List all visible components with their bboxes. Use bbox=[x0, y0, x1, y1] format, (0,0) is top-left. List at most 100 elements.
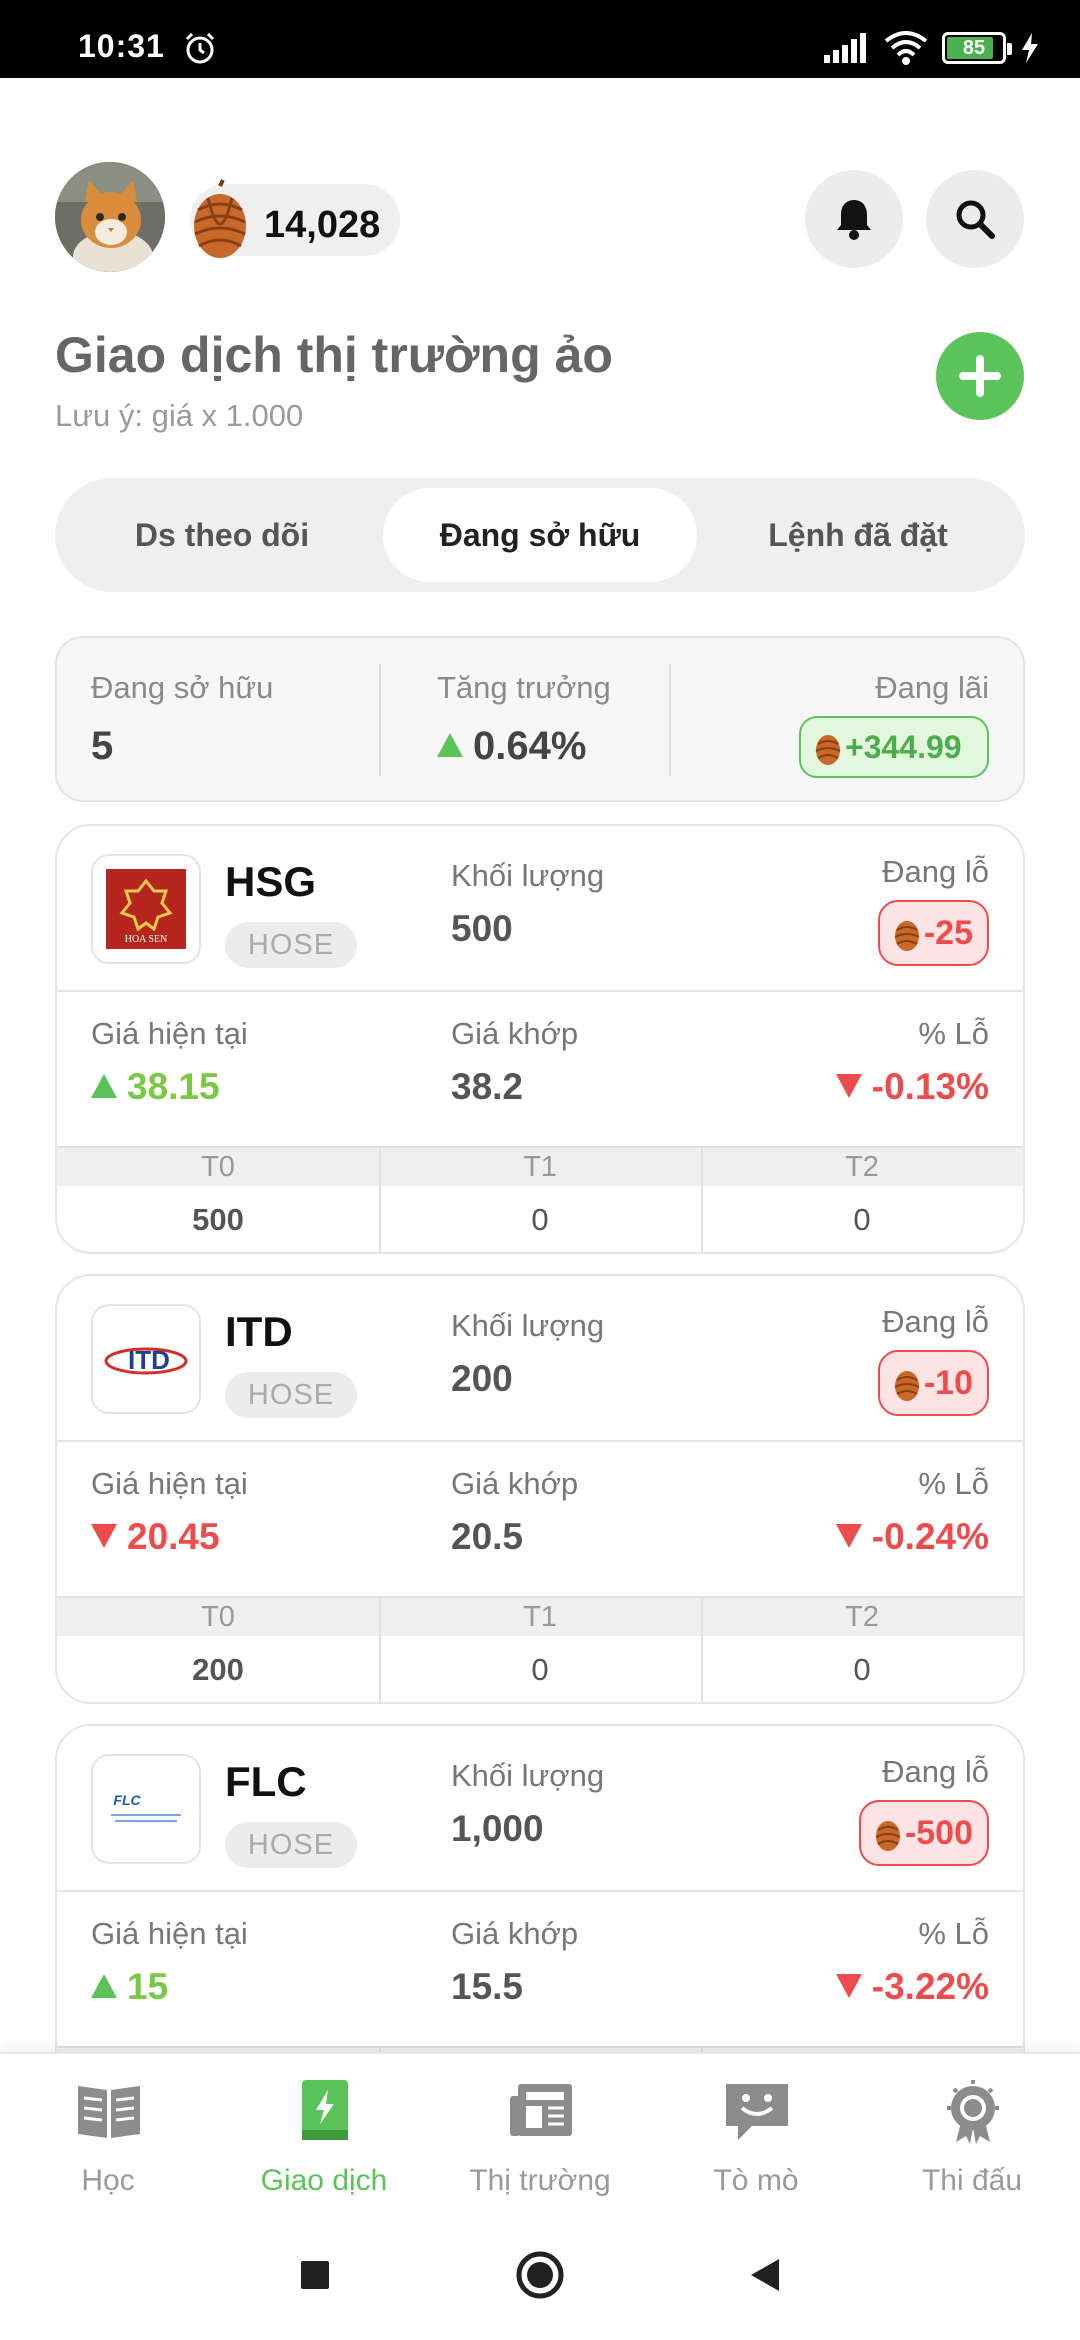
pct-label: % Lỗ bbox=[918, 1466, 989, 1501]
alarm-icon bbox=[185, 32, 215, 64]
down-arrow-icon bbox=[835, 1074, 862, 1099]
divider bbox=[701, 1596, 703, 1702]
coin-balance[interactable]: 14,028 bbox=[190, 179, 400, 258]
owned-label: Đang sở hữu bbox=[91, 670, 274, 705]
pnl-badge: -500 bbox=[858, 1800, 989, 1866]
company-logo: ITD bbox=[91, 1304, 201, 1414]
coin-amount: 14,028 bbox=[264, 204, 381, 246]
tab-watchlist[interactable]: Ds theo dõi bbox=[65, 488, 379, 582]
profit-label: Đang lãi bbox=[875, 670, 989, 705]
nav-label: Thị trường bbox=[469, 2164, 611, 2197]
divider bbox=[379, 664, 381, 776]
exchange-badge: HOSE bbox=[225, 1372, 357, 1418]
notifications-button[interactable] bbox=[805, 170, 903, 268]
company-logo: HOA SEN bbox=[91, 854, 201, 964]
down-arrow-icon bbox=[835, 1524, 862, 1549]
t1-value: 0 bbox=[531, 1652, 549, 1687]
stock-card[interactable]: HOA SEN HSG HOSE Khối lượng 500 Đang lỗ … bbox=[55, 824, 1025, 1254]
match-price-label: Giá khớp bbox=[451, 1916, 579, 1951]
wifi-icon bbox=[884, 31, 928, 65]
pinecone-coin-icon bbox=[194, 179, 246, 258]
back-button[interactable] bbox=[740, 2250, 790, 2300]
owned-value: 5 bbox=[91, 724, 114, 768]
status-label: Đang lỗ bbox=[882, 854, 989, 889]
segmented-tabs: Ds theo dõi Đang sở hữu Lệnh đã đặt bbox=[55, 478, 1025, 592]
t0-value: 500 bbox=[192, 1202, 244, 1237]
t2-value: 0 bbox=[853, 1202, 871, 1237]
down-arrow-icon bbox=[91, 1524, 117, 1549]
pinecone-coin-icon bbox=[894, 1371, 920, 1401]
divider bbox=[57, 1890, 1023, 1892]
pct-label: % Lỗ bbox=[918, 1016, 989, 1051]
nav-giao-dich[interactable]: Giao dịch bbox=[216, 2054, 432, 2212]
t0-value: 200 bbox=[192, 1652, 244, 1687]
system-navigation-bar bbox=[0, 2210, 1080, 2340]
nav-label: Học bbox=[81, 2164, 135, 2197]
nav-to-mo[interactable]: Tò mò bbox=[648, 2054, 864, 2212]
current-price: 38.15 bbox=[91, 1066, 220, 1108]
page-subtitle: Lưu ý: giá x 1.000 bbox=[55, 398, 304, 433]
pnl-value: -500 bbox=[904, 1813, 973, 1852]
current-price: 20.45 bbox=[91, 1516, 220, 1558]
search-button[interactable] bbox=[926, 170, 1024, 268]
tab-orders[interactable]: Lệnh đã đặt bbox=[701, 488, 1015, 582]
nav-thi-truong[interactable]: Thị trường bbox=[432, 2054, 648, 2212]
pct-value: -0.13% bbox=[835, 1066, 989, 1108]
pnl-value: -10 bbox=[923, 1363, 973, 1402]
hoa-sen-logo: HOA SEN bbox=[106, 869, 186, 949]
recents-button[interactable] bbox=[290, 2250, 340, 2300]
plus-icon bbox=[959, 355, 1001, 397]
status-time: 10:31 bbox=[78, 28, 165, 64]
growth-value: 0.64% bbox=[437, 724, 586, 769]
up-arrow-icon bbox=[437, 733, 463, 758]
charging-icon bbox=[1022, 33, 1038, 63]
match-price-label: Giá khớp bbox=[451, 1016, 579, 1051]
bell-icon bbox=[837, 200, 871, 240]
pnl-badge: -25 bbox=[877, 900, 989, 966]
pnl-value: -25 bbox=[923, 913, 973, 952]
pinecone-coin-icon bbox=[875, 1821, 901, 1851]
up-arrow-icon bbox=[91, 1974, 117, 1999]
ticker: HSG bbox=[225, 858, 317, 905]
logo-text: ITD bbox=[128, 1345, 170, 1375]
volume-value: 500 bbox=[451, 908, 513, 949]
pinecone-coin-icon bbox=[815, 735, 841, 765]
add-order-button[interactable] bbox=[936, 332, 1024, 420]
pct-label: % Lỗ bbox=[918, 1916, 989, 1951]
pct-value: -0.24% bbox=[835, 1516, 989, 1558]
logo-text: FLC bbox=[113, 1792, 141, 1808]
volume-value: 1,000 bbox=[451, 1808, 544, 1849]
volume-value: 200 bbox=[451, 1358, 513, 1399]
nav-label: Giao dịch bbox=[260, 2164, 388, 2197]
nav-label: Tò mò bbox=[713, 2164, 799, 2197]
up-arrow-icon bbox=[91, 1074, 117, 1099]
match-price: 20.5 bbox=[451, 1516, 524, 1557]
ticker: FLC bbox=[225, 1758, 307, 1805]
tab-holdings[interactable]: Đang sở hữu bbox=[383, 488, 697, 582]
bottom-navigation: Học Giao dịch Thị trường Tò mò Thi đấu bbox=[0, 2052, 1080, 2210]
ticker: ITD bbox=[225, 1308, 293, 1355]
book-icon bbox=[78, 2086, 140, 2138]
divider bbox=[57, 990, 1023, 992]
t2-header: T2 bbox=[845, 1151, 879, 1183]
stock-card[interactable]: ITD ITD HOSE Khối lượng 200 Đang lỗ -10 … bbox=[55, 1274, 1025, 1704]
itd-logo: ITD bbox=[104, 1345, 188, 1375]
avatar[interactable] bbox=[55, 162, 165, 272]
status-bar: 10:31 85 bbox=[0, 0, 1080, 78]
holdings-summary: Đang sở hữu 5 Tăng trưởng 0.64% Đang lãi… bbox=[55, 636, 1025, 802]
t1-value: 0 bbox=[531, 1202, 549, 1237]
nav-hoc[interactable]: Học bbox=[0, 2054, 216, 2212]
newspaper-icon bbox=[510, 2084, 572, 2136]
divider bbox=[701, 1146, 703, 1252]
profit-badge: +344.99 bbox=[799, 716, 989, 778]
volume-label: Khối lượng bbox=[451, 1758, 605, 1793]
page-title: Giao dịch thị trường ảo bbox=[55, 327, 613, 383]
current-price-label: Giá hiện tại bbox=[91, 1016, 248, 1051]
nav-thi-dau[interactable]: Thi đấu bbox=[864, 2054, 1080, 2212]
current-price-label: Giá hiện tại bbox=[91, 1466, 248, 1501]
medal-icon bbox=[947, 2080, 999, 2144]
back-triangle-icon bbox=[751, 2259, 779, 2291]
flc-logo: FLC bbox=[111, 1792, 181, 1822]
current-price: 15 bbox=[91, 1966, 168, 2008]
home-button[interactable] bbox=[515, 2250, 565, 2300]
